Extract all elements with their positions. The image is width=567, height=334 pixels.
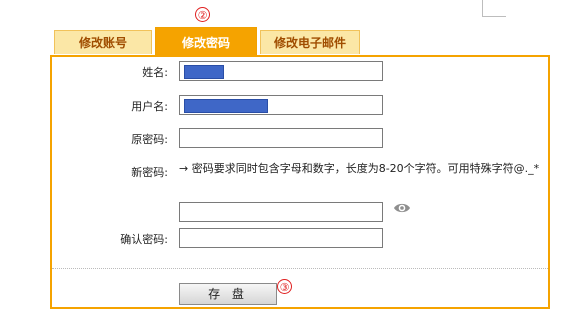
username-label: 用户名: (131, 100, 168, 113)
name-field[interactable] (179, 61, 383, 81)
old-password-label: 原密码: (131, 133, 168, 146)
password-requirement-hint: → 密码要求同时包含字母和数字，长度为8-20个字符。可用特殊字符@._* (179, 162, 540, 175)
tab-modify-email[interactable]: 修改电子邮件 (260, 30, 360, 54)
redacted-value (184, 99, 268, 113)
step-marker-2: ② (195, 7, 210, 22)
confirm-password-label: 确认密码: (120, 233, 168, 246)
save-button[interactable]: 存 盘 (179, 283, 277, 305)
password-form-panel (50, 55, 550, 309)
eye-icon[interactable] (393, 201, 411, 215)
step-marker-3: ③ (277, 279, 292, 294)
old-password-field[interactable] (179, 128, 383, 148)
new-password-label: 新密码: (131, 166, 168, 179)
name-label: 姓名: (142, 66, 168, 79)
tab-modify-password[interactable]: 修改密码 (155, 27, 257, 61)
corner-divider-vertical (482, 0, 483, 17)
new-password-field[interactable] (179, 202, 383, 222)
redacted-value (184, 65, 224, 79)
form-divider (52, 268, 548, 269)
corner-divider-horizontal (482, 16, 506, 17)
confirm-password-field[interactable] (179, 228, 383, 248)
username-field[interactable] (179, 95, 383, 115)
tab-modify-account[interactable]: 修改账号 (54, 30, 152, 54)
